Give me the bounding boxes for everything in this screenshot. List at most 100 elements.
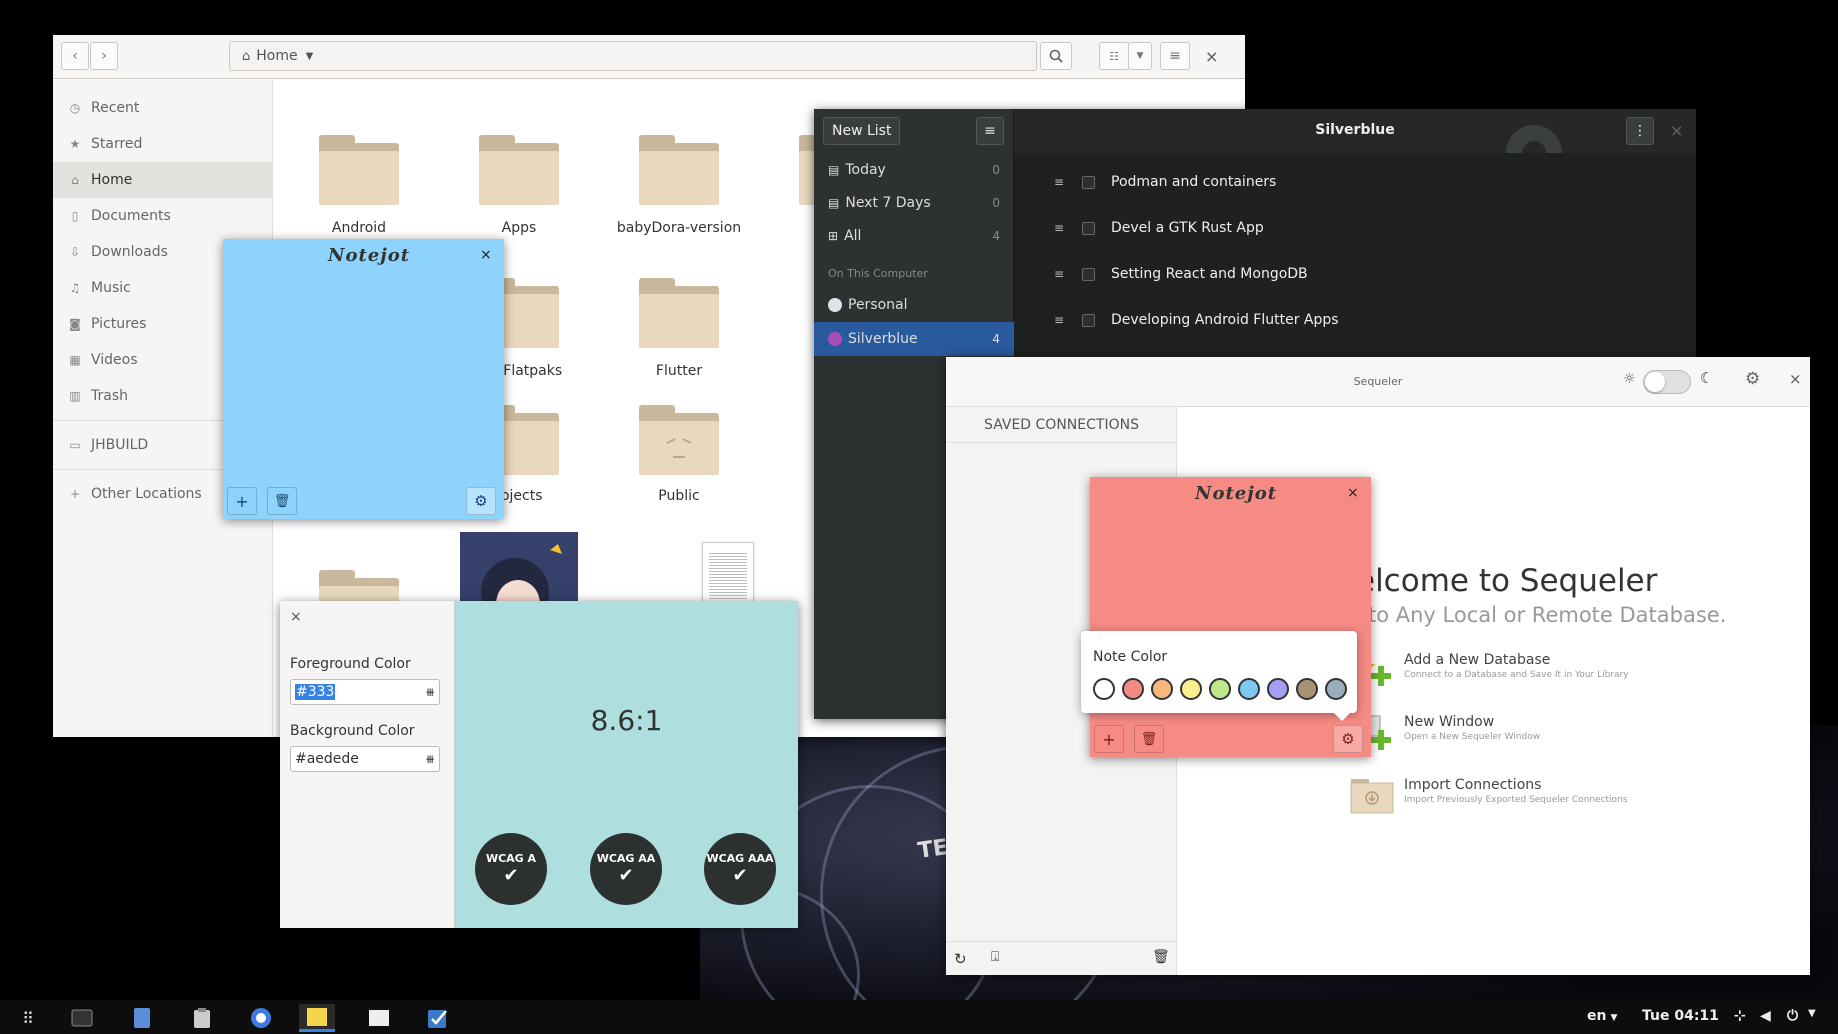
contrast-ratio: 8.6:1	[590, 704, 663, 737]
folder-label[interactable]: Apps	[439, 220, 599, 236]
color-swatch-green[interactable]	[1209, 678, 1231, 700]
import-icon[interactable]: ⍗	[991, 949, 999, 965]
trash-icon[interactable]: 🗑	[1152, 949, 1170, 965]
drag-handle-icon[interactable]: ≡	[1054, 175, 1066, 189]
checkmark-icon: ✔	[503, 865, 519, 886]
close-icon[interactable]: ×	[290, 609, 302, 625]
app-grid-button[interactable]: ⠿	[10, 1004, 46, 1032]
chevron-down-icon[interactable]: ▼	[1808, 1008, 1816, 1019]
folder-icon[interactable]	[639, 278, 719, 348]
trash-icon: ▥	[69, 389, 81, 403]
drag-handle-icon[interactable]: ≡	[1054, 221, 1066, 235]
color-swatch-slate[interactable]	[1325, 678, 1347, 700]
color-picker-icon[interactable]: ⧻	[425, 752, 435, 766]
delete-note-button[interactable]: 🗑	[1134, 725, 1164, 753]
task-checkbox[interactable]	[1082, 267, 1095, 281]
reload-icon[interactable]: ↻	[954, 950, 967, 968]
dark-mode-switch[interactable]	[1643, 370, 1691, 394]
foreground-input[interactable]: #333 ⧻	[290, 679, 440, 705]
sidebar-item-documents[interactable]: ▯ Documents	[53, 198, 272, 234]
sidebar-item-label: Documents	[91, 208, 171, 224]
close-icon[interactable]: ×	[480, 247, 492, 263]
settings-gear-icon[interactable]: ⚙	[1745, 369, 1760, 389]
folder-label[interactable]: babyDora-version	[599, 220, 759, 236]
trash-icon: 🗑	[273, 493, 291, 509]
add-note-button[interactable]: +	[227, 487, 257, 515]
back-button[interactable]: ‹	[61, 42, 89, 70]
task-row[interactable]: ≡ Podman and containers	[814, 169, 1276, 195]
search-button[interactable]	[1040, 42, 1072, 70]
task-checkbox[interactable]	[1082, 175, 1095, 189]
close-icon[interactable]: ×	[1789, 370, 1802, 388]
color-swatch-brown[interactable]	[1296, 678, 1318, 700]
project-menu-button[interactable]: ⋮	[1626, 117, 1654, 145]
taskbar-notejot[interactable]	[299, 1004, 335, 1032]
delete-note-button[interactable]: 🗑	[267, 487, 297, 515]
folder-icon[interactable]	[319, 135, 399, 205]
color-swatch-yellow[interactable]	[1180, 678, 1202, 700]
network-icon[interactable]: ⊹	[1734, 1008, 1746, 1024]
view-options-button[interactable]: ▼	[1128, 42, 1152, 70]
action-title: Import Connections	[1404, 777, 1542, 793]
color-swatch-red[interactable]	[1122, 678, 1144, 700]
task-row[interactable]: ≡ Devel a GTK Rust App	[814, 215, 1264, 241]
close-icon[interactable]: ×	[1670, 121, 1683, 140]
forward-button[interactable]: ›	[90, 42, 118, 70]
chevron-left-icon: ‹	[72, 48, 78, 64]
folder-label[interactable]: Android	[279, 220, 439, 236]
add-note-button[interactable]: +	[1094, 725, 1124, 753]
task-checkbox[interactable]	[1082, 221, 1095, 235]
note-settings-button[interactable]: ⚙	[1333, 725, 1363, 753]
clock[interactable]: Tue 04:11	[1642, 1008, 1719, 1024]
close-icon[interactable]: ×	[1205, 47, 1218, 66]
taskbar-sequeler[interactable]	[361, 1004, 397, 1032]
view-toggle-button[interactable]: ☷	[1099, 42, 1129, 70]
sidebar-item-label: JHBUILD	[91, 437, 149, 453]
drag-handle-icon[interactable]: ≡	[1054, 313, 1066, 327]
drag-handle-icon[interactable]: ≡	[1054, 267, 1066, 281]
text-file-icon[interactable]	[702, 542, 754, 610]
sidebar-item-home[interactable]: ⌂ Home	[53, 162, 272, 198]
import-connections-icon[interactable]	[1350, 775, 1394, 815]
contrast-controls: × Foreground Color #333 ⧻ Background Col…	[280, 601, 455, 928]
color-swatch-white[interactable]	[1093, 678, 1115, 700]
taskbar-terminal[interactable]	[64, 1004, 100, 1032]
folder-icon[interactable]	[639, 405, 719, 475]
background-input[interactable]: #aedede ⧻	[290, 746, 440, 772]
color-swatch-orange[interactable]	[1151, 678, 1173, 700]
note-settings-button[interactable]: ⚙	[466, 487, 496, 515]
menu-button[interactable]: ≡	[1160, 42, 1190, 70]
import-connections-action[interactable]: Import Connections Import Previously Expo…	[1404, 777, 1627, 805]
project-title: Silverblue	[1315, 122, 1395, 138]
volume-icon[interactable]: ◀	[1760, 1008, 1771, 1024]
taskbar-browser[interactable]	[243, 1004, 279, 1032]
task-checkbox[interactable]	[1082, 313, 1095, 327]
task-label: Podman and containers	[1111, 174, 1277, 190]
new-window-action[interactable]: New Window Open a New Sequeler Window	[1404, 714, 1540, 742]
task-label: Developing Android Flutter Apps	[1111, 312, 1339, 328]
color-swatch-blue[interactable]	[1238, 678, 1260, 700]
new-list-button[interactable]: New List	[823, 117, 901, 145]
close-icon[interactable]: ×	[1347, 485, 1359, 501]
taskbar-clipboard[interactable]	[184, 1004, 220, 1032]
task-row[interactable]: ≡ Developing Android Flutter Apps	[814, 307, 1339, 333]
sidebar-item-starred[interactable]: ★ Starred	[53, 126, 272, 162]
folder-label[interactable]: Public	[599, 488, 759, 504]
color-swatch-purple[interactable]	[1267, 678, 1289, 700]
taskbar-planner[interactable]	[420, 1004, 456, 1032]
path-bar[interactable]: ⌂ Home ▼	[229, 41, 1037, 71]
power-icon[interactable]: ⏻	[1787, 1008, 1798, 1024]
taskbar-files[interactable]	[124, 1004, 160, 1032]
sidebar-item-recent[interactable]: ◷ Recent	[53, 90, 272, 126]
sidebar-menu-button[interactable]: ≡	[976, 117, 1004, 145]
task-row[interactable]: ≡ Setting React and MongoDB	[814, 261, 1308, 287]
list-count: 0	[992, 196, 1000, 210]
color-picker-icon[interactable]: ⧻	[425, 685, 435, 699]
add-database-action[interactable]: Add a New Database Connect to a Database …	[1404, 652, 1629, 680]
folder-icon[interactable]	[639, 135, 719, 205]
vertical-dots-icon: ⋮	[1633, 123, 1647, 139]
language-indicator[interactable]: en ▼	[1587, 1008, 1617, 1024]
folder-icon[interactable]	[479, 135, 559, 205]
note-text-area[interactable]	[229, 279, 498, 479]
folder-label[interactable]: Flutter	[599, 363, 759, 379]
